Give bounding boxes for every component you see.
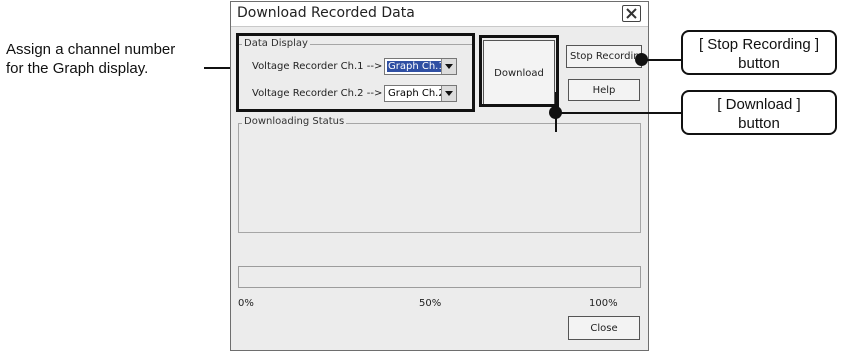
downloading-status-legend: Downloading Status — [242, 116, 347, 127]
download-progress-bar — [238, 266, 641, 288]
window-title: Download Recorded Data — [237, 5, 415, 21]
download-callout-connector-horizontal — [555, 112, 683, 114]
stop-callout-line-1: [ Stop Recording ] — [698, 36, 820, 53]
download-callout-line-2: button — [738, 115, 780, 132]
stop-recording-callout: [ Stop Recording ] button — [681, 30, 837, 75]
progress-scale-50: 50% — [419, 298, 442, 309]
stop-callout-dot — [635, 53, 648, 66]
close-icon — [626, 8, 637, 19]
download-callout-line-1: [ Download ] — [717, 96, 801, 113]
download-callout: [ Download ] button — [681, 90, 837, 135]
progress-scale-100: 100% — [589, 298, 618, 309]
window-close-button[interactable] — [622, 5, 641, 22]
close-button[interactable]: Close — [568, 316, 640, 340]
stop-callout-line-2: button — [738, 55, 780, 72]
downloading-status-group — [238, 123, 641, 233]
channel-annotation-line-1: Assign a channel number — [6, 41, 176, 58]
download-button-highlight — [479, 35, 559, 107]
progress-scale-0: 0% — [238, 298, 254, 309]
download-callout-dot — [549, 106, 562, 119]
channel-annotation-line-2: for the Graph display. — [6, 60, 149, 77]
help-button[interactable]: Help — [568, 79, 640, 101]
stop-recording-button[interactable]: Stop Recording — [566, 45, 642, 68]
title-bar: Download Recorded Data — [231, 2, 648, 27]
data-display-highlight — [236, 33, 475, 112]
